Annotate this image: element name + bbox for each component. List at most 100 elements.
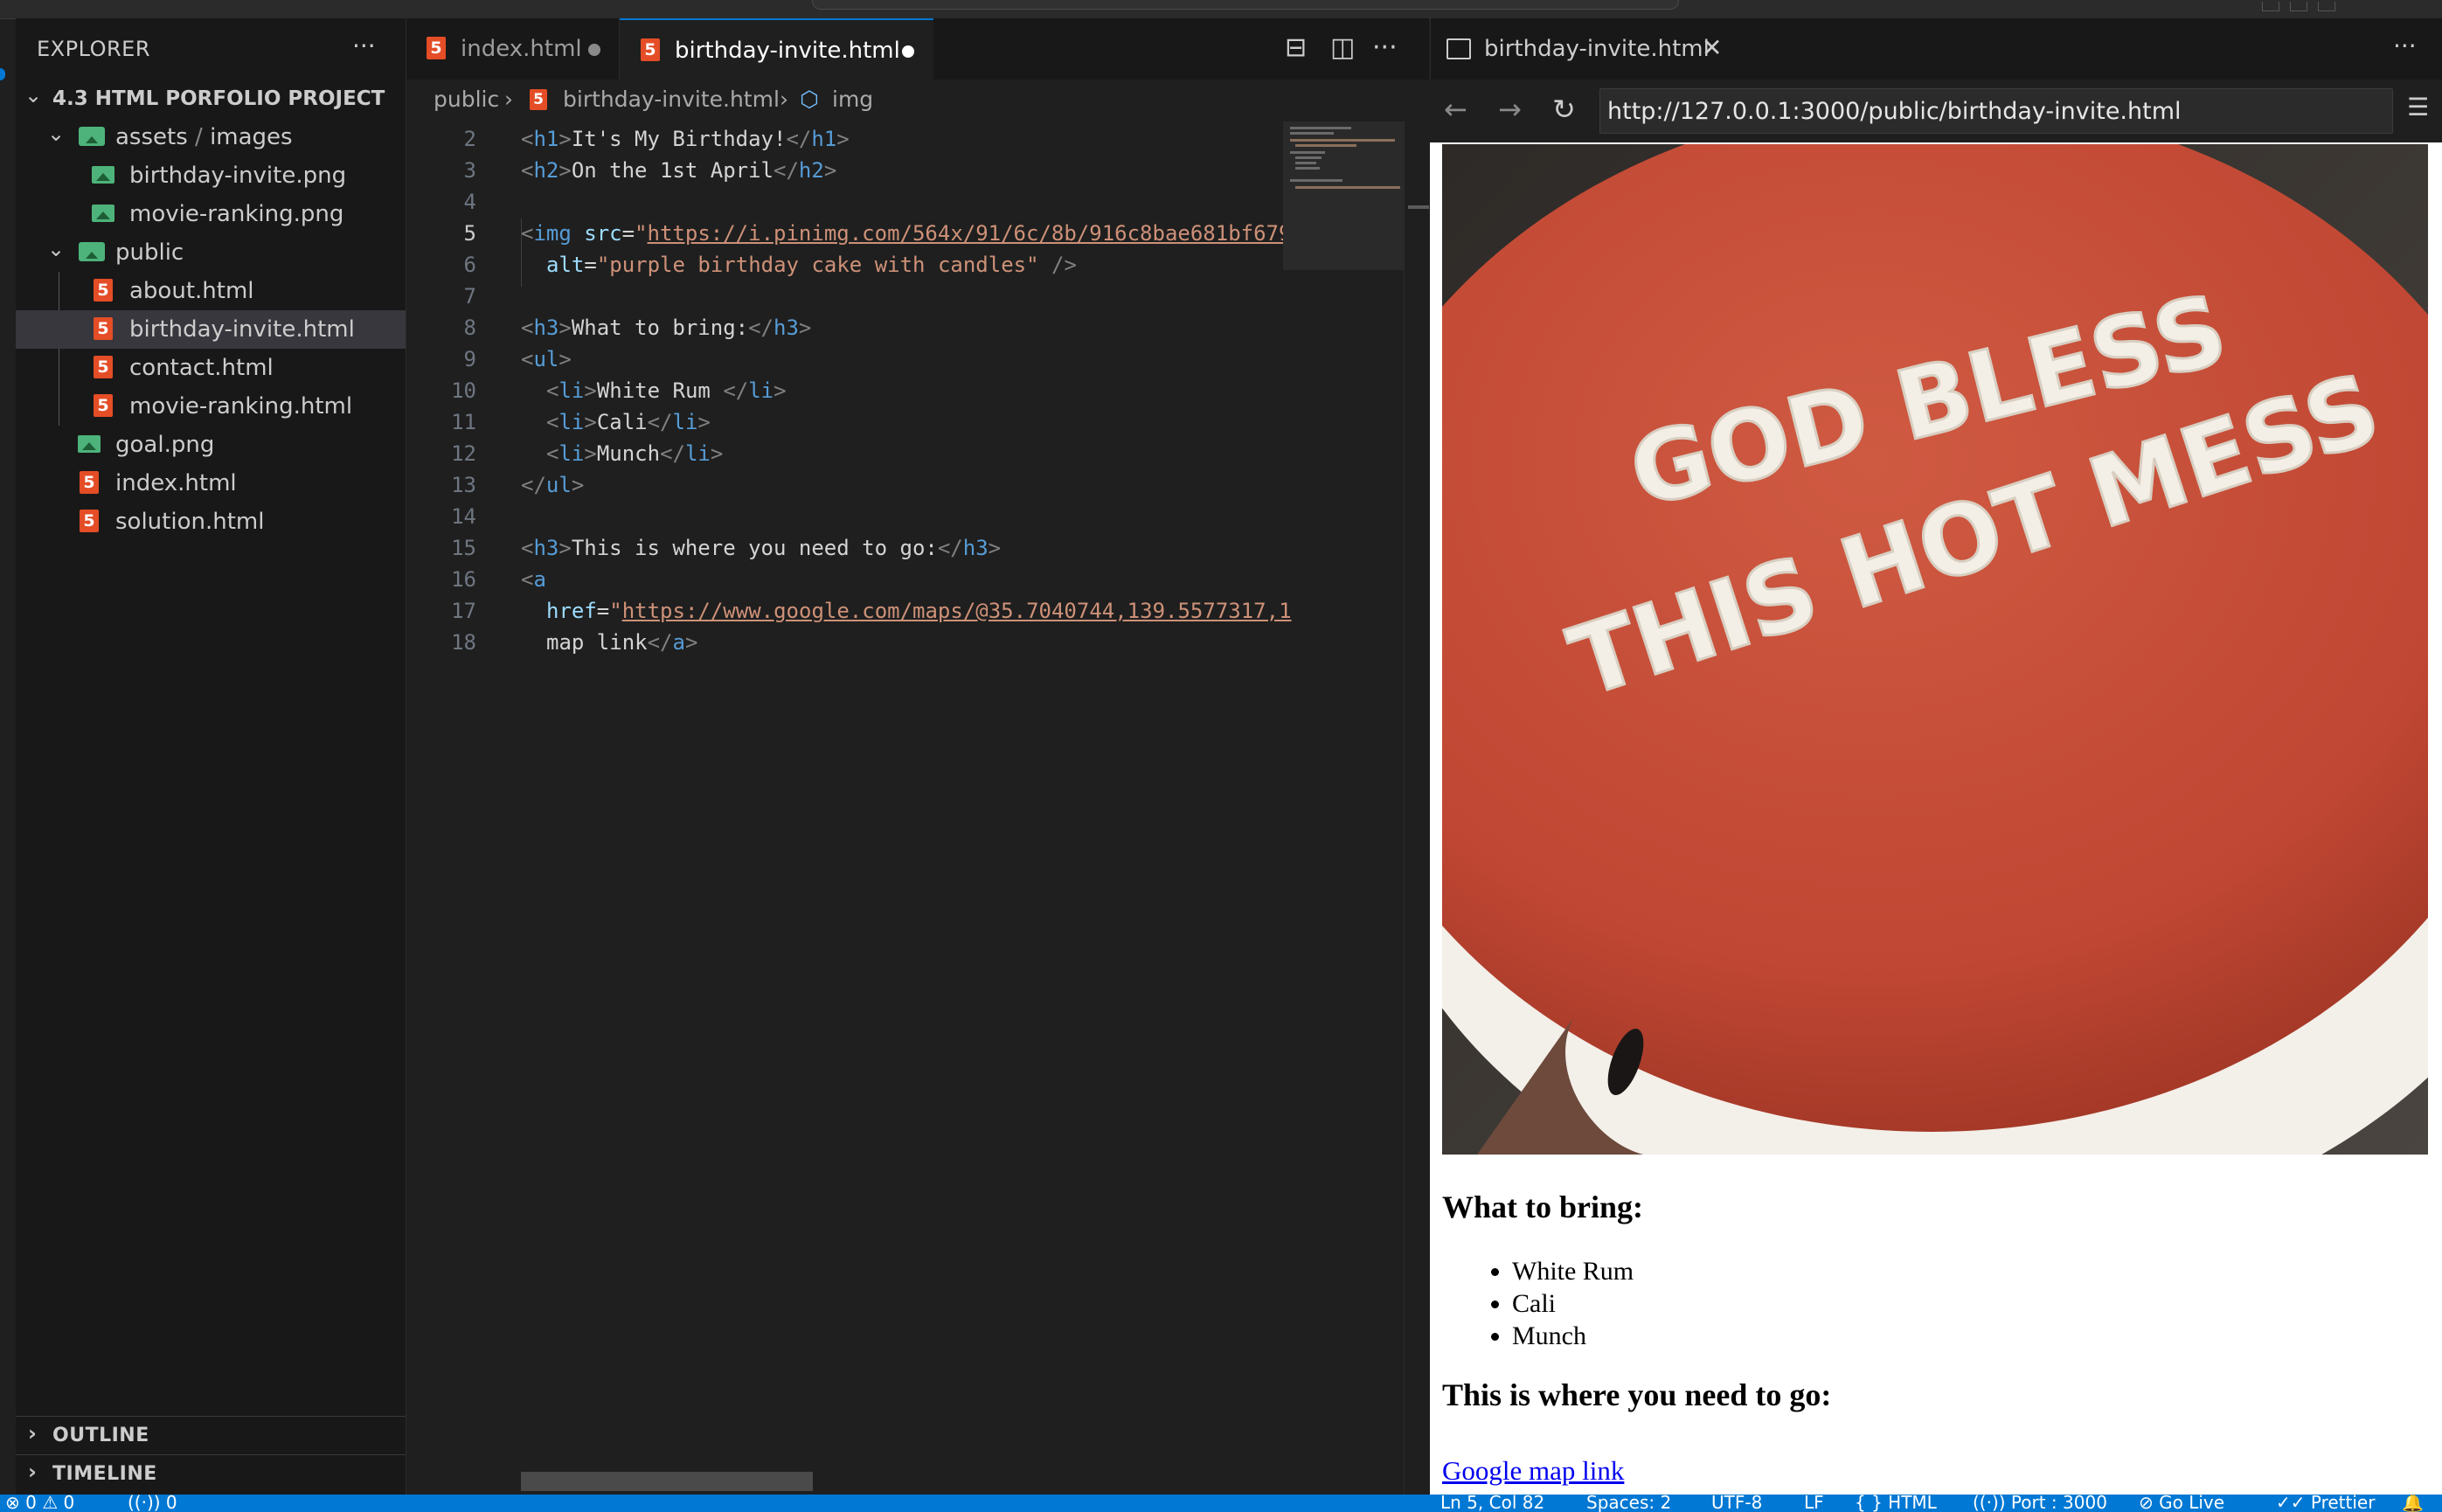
html-file-icon: 5 bbox=[641, 38, 660, 61]
go-live-button[interactable]: ⊘ Go Live bbox=[2139, 1495, 2224, 1512]
breadcrumb-element[interactable]: img bbox=[832, 87, 873, 112]
tab-label: birthday-invite.html bbox=[675, 38, 900, 64]
code-line: 9 <ul> bbox=[463, 347, 572, 371]
code-line: 6 alt="purple birthday cake with candles… bbox=[463, 253, 1077, 277]
file-solution-html[interactable]: 5 solution.html bbox=[16, 503, 406, 541]
code-line: 4 bbox=[463, 190, 476, 214]
split-editor-icon[interactable]: ◫ bbox=[1330, 32, 1355, 63]
back-arrow-icon[interactable]: ← bbox=[1444, 93, 1467, 126]
forward-arrow-icon[interactable]: → bbox=[1498, 93, 1522, 126]
breadcrumb: public › 5 birthday-invite.html › ⬡ img bbox=[406, 80, 1429, 121]
breadcrumb-file[interactable]: birthday-invite.html bbox=[563, 87, 780, 112]
code-line: 18 map link</a> bbox=[451, 630, 698, 655]
menu-icon[interactable]: ☰ bbox=[2407, 93, 2429, 121]
close-icon[interactable]: ✕ bbox=[1702, 33, 1722, 62]
toggle-sidebar-icon[interactable] bbox=[2290, 2, 2307, 11]
folder-assets-images[interactable]: ⌄ assets / images bbox=[16, 118, 406, 156]
file-label: contact.html bbox=[129, 355, 274, 381]
indentation-indicator[interactable]: Spaces: 2 bbox=[1586, 1495, 1671, 1512]
list-item: White Rum bbox=[1512, 1255, 1634, 1287]
more-actions-icon[interactable]: ··· bbox=[352, 31, 376, 60]
indent-guide bbox=[521, 218, 522, 287]
file-about-html[interactable]: 5 about.html bbox=[16, 272, 406, 310]
eol-indicator[interactable]: LF bbox=[1804, 1495, 1824, 1512]
file-goal-png[interactable]: goal.png bbox=[16, 426, 406, 464]
breadcrumb-separator: › bbox=[504, 87, 513, 112]
timeline-label: TIMELINE bbox=[52, 1463, 157, 1485]
more-actions-icon[interactable]: ··· bbox=[1372, 32, 1398, 63]
preview-tab-title[interactable]: birthday-invite.html bbox=[1484, 36, 1710, 62]
html-file-icon: 5 bbox=[94, 356, 113, 378]
outline-label: OUTLINE bbox=[52, 1425, 149, 1446]
cursor-position[interactable]: Ln 5, Col 82 bbox=[1440, 1495, 1544, 1512]
timeline-section[interactable]: › TIMELINE bbox=[16, 1454, 406, 1494]
code-line: 7 bbox=[463, 284, 476, 309]
file-label: goal.png bbox=[115, 432, 215, 458]
html-file-icon: 5 bbox=[80, 471, 99, 494]
file-label: birthday-invite.html bbox=[129, 316, 355, 343]
image-file-icon bbox=[78, 435, 101, 453]
unsaved-dot-icon[interactable] bbox=[902, 45, 914, 58]
unsaved-dot-icon[interactable] bbox=[588, 44, 600, 56]
folder-label: public bbox=[115, 239, 184, 266]
html-file-icon: 5 bbox=[80, 510, 99, 532]
file-label: index.html bbox=[115, 470, 237, 496]
command-center[interactable] bbox=[812, 0, 1679, 10]
list-item: Munch bbox=[1512, 1320, 1634, 1352]
code-line-current: 5 <img src="https://i.pinimg.com/564x/91… bbox=[463, 221, 1292, 246]
breadcrumb-separator: › bbox=[780, 87, 788, 112]
file-label: movie-ranking.html bbox=[129, 393, 353, 420]
image-file-icon bbox=[92, 205, 114, 222]
img-src-link[interactable]: https://i.pinimg.com/564x/91/6c/8b/916c8… bbox=[648, 221, 1292, 246]
tab-birthday-invite-html[interactable]: 5 birthday-invite.html bbox=[620, 18, 933, 81]
bring-list: White Rum Cali Munch bbox=[1442, 1255, 1634, 1352]
code-line: 15 <h3>This is where you need to go:</h3… bbox=[451, 536, 1002, 560]
code-line: 17 href="https://www.google.com/maps/@35… bbox=[451, 599, 1292, 623]
port-indicator[interactable]: ((·)) Port : 3000 bbox=[1973, 1495, 2107, 1512]
birthday-cake-image: GOD BLESS THIS HOT MESS bbox=[1442, 144, 2428, 1155]
project-root[interactable]: ⌄ 4.3 HTML PORFOLIO PROJECT bbox=[16, 80, 406, 118]
toggle-panel-icon[interactable] bbox=[2262, 2, 2279, 11]
reload-icon[interactable]: ↻ bbox=[1552, 93, 1576, 126]
layout-icon[interactable] bbox=[2318, 2, 2335, 11]
project-label: 4.3 HTML PORFOLIO PROJECT bbox=[52, 87, 385, 110]
problems-indicator[interactable]: ⊗ 0 ⚠ 0 bbox=[5, 1495, 74, 1512]
ports-indicator[interactable]: ((·)) 0 bbox=[128, 1495, 177, 1512]
minimap[interactable] bbox=[1283, 121, 1404, 270]
element-symbol-icon: ⬡ bbox=[800, 87, 819, 112]
vertical-scrollbar[interactable] bbox=[1404, 121, 1430, 1495]
open-preview-icon[interactable]: ⊟ bbox=[1285, 32, 1307, 63]
list-item: Cali bbox=[1512, 1287, 1634, 1320]
file-birthday-invite-png[interactable]: birthday-invite.png bbox=[16, 156, 406, 195]
code-line: 16 <a bbox=[451, 567, 546, 592]
chevron-right-icon: › bbox=[28, 1460, 37, 1484]
outline-section[interactable]: › OUTLINE bbox=[16, 1416, 406, 1455]
image-file-icon bbox=[92, 166, 114, 184]
prettier-indicator[interactable]: ✓✓ Prettier bbox=[2276, 1495, 2375, 1512]
chevron-down-icon: ⌄ bbox=[47, 121, 66, 146]
horizontal-scrollbar[interactable] bbox=[521, 1472, 813, 1491]
language-mode[interactable]: { } HTML bbox=[1855, 1495, 1937, 1512]
html-file-icon: 5 bbox=[94, 394, 113, 417]
file-contact-html[interactable]: 5 contact.html bbox=[16, 349, 406, 387]
html-file-icon: 5 bbox=[94, 279, 113, 302]
encoding-indicator[interactable]: UTF-8 bbox=[1711, 1495, 1762, 1512]
code-line: 3 <h2>On the 1st April</h2> bbox=[463, 158, 837, 183]
google-map-link[interactable]: Google map link bbox=[1442, 1455, 1624, 1487]
file-movie-ranking-png[interactable]: movie-ranking.png bbox=[16, 195, 406, 233]
more-actions-icon[interactable]: ··· bbox=[2393, 31, 2417, 60]
file-label: movie-ranking.png bbox=[129, 201, 344, 227]
notifications-bell-icon[interactable]: 🔔 bbox=[2402, 1495, 2424, 1512]
code-editor[interactable]: 2 <h1>It's My Birthday!</h1> 3 <h2>On th… bbox=[406, 121, 1292, 1495]
url-input[interactable]: http://127.0.0.1:3000/public/birthday-in… bbox=[1599, 88, 2393, 134]
breadcrumb-public[interactable]: public bbox=[434, 87, 499, 112]
folder-public[interactable]: ⌄ public bbox=[16, 233, 406, 272]
file-birthday-invite-html[interactable]: 5 birthday-invite.html bbox=[16, 310, 406, 349]
tab-index-html[interactable]: 5 index.html bbox=[406, 18, 620, 80]
folder-label-images: images bbox=[210, 124, 293, 150]
file-movie-ranking-html[interactable]: 5 movie-ranking.html bbox=[16, 387, 406, 426]
href-link[interactable]: https://www.google.com/maps/@35.7040744,… bbox=[622, 599, 1292, 623]
tab-label: index.html bbox=[461, 36, 582, 62]
file-index-html[interactable]: 5 index.html bbox=[16, 464, 406, 503]
chevron-right-icon: › bbox=[28, 1421, 37, 1446]
